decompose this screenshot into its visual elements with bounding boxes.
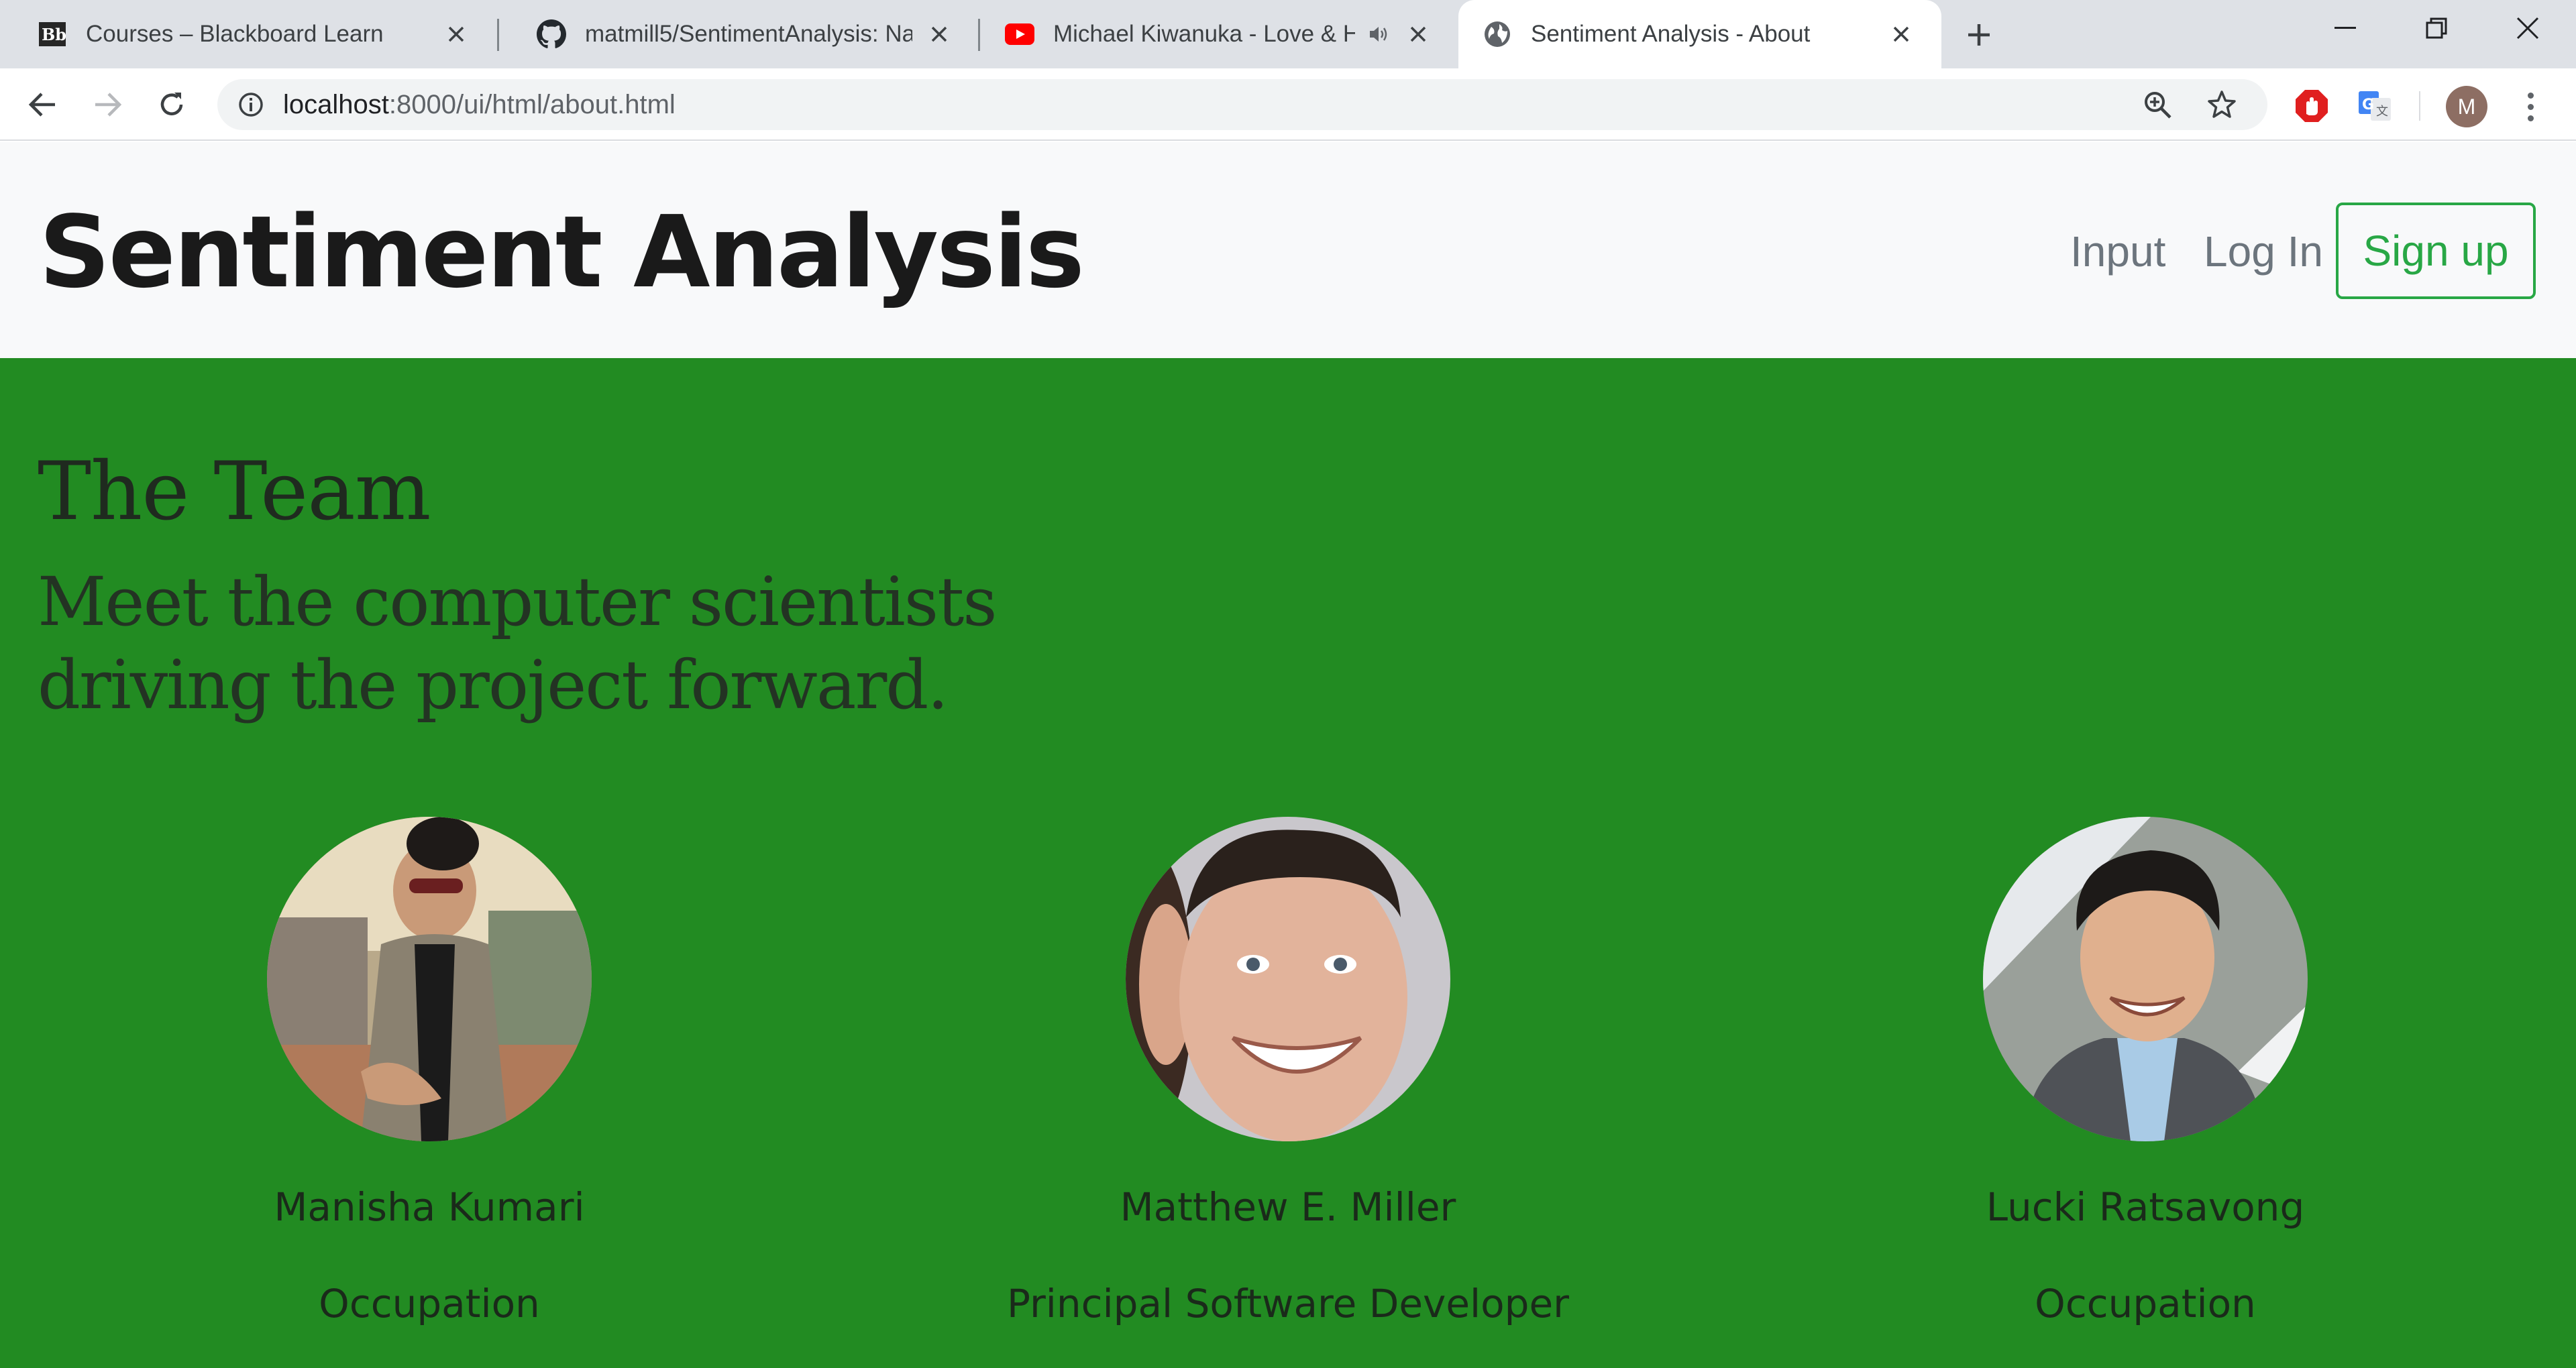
- team-member-card: Manisha Kumari Occupation: [94, 817, 765, 1326]
- speaker-icon[interactable]: [1366, 21, 1393, 48]
- member-name: Manisha Kumari: [274, 1184, 585, 1230]
- youtube-icon: [1005, 19, 1034, 49]
- info-icon[interactable]: [236, 90, 266, 119]
- close-tab-icon[interactable]: [926, 21, 953, 48]
- github-icon: [537, 19, 566, 49]
- reload-icon[interactable]: [150, 83, 193, 126]
- restore-icon[interactable]: [2391, 0, 2482, 56]
- tab-strip: Bb Courses – Blackboard Learn matmill5/S…: [0, 0, 2576, 68]
- tab-title: Sentiment Analysis - About: [1531, 21, 1811, 47]
- forward-icon[interactable]: [86, 83, 129, 126]
- browser-toolbar: localhost:8000/ui/html/about.html G文: [0, 68, 2576, 141]
- minimize-icon[interactable]: [2300, 0, 2391, 56]
- svg-text:文: 文: [2376, 105, 2388, 119]
- site-navbar: Sentiment Analysis Input Log In Sign up: [0, 142, 2576, 358]
- tab-title: Courses – Blackboard Learn: [86, 21, 384, 47]
- google-translate-icon[interactable]: G文: [2356, 87, 2394, 125]
- member-role: Occupation: [2035, 1281, 2256, 1326]
- address-bar[interactable]: localhost:8000/ui/html/about.html: [217, 79, 2267, 130]
- member-photo: [1126, 817, 1450, 1141]
- new-tab-icon[interactable]: [1959, 15, 1999, 55]
- profile-avatar[interactable]: M: [2446, 86, 2487, 127]
- close-tab-icon[interactable]: [1888, 21, 1915, 48]
- tab-title: Michael Kiwanuka - Love & H: [1053, 21, 1355, 47]
- nav-link-login[interactable]: Log In: [2204, 227, 2323, 276]
- member-role: Occupation: [319, 1281, 540, 1326]
- toolbar-divider: [2419, 91, 2420, 121]
- member-name: Lucki Ratsavong: [1986, 1184, 2305, 1230]
- back-icon[interactable]: [21, 83, 64, 126]
- globe-icon: [1483, 19, 1512, 49]
- close-window-icon[interactable]: [2482, 0, 2573, 56]
- close-tab-icon[interactable]: [1405, 21, 1432, 48]
- url-host: localhost: [283, 89, 389, 119]
- team-jumbotron: The Team Meet the computer scientists dr…: [0, 358, 2576, 1368]
- page-title: The Team: [38, 445, 431, 538]
- page-viewport: Sentiment Analysis Input Log In Sign up …: [0, 142, 2576, 1368]
- member-photo: [1983, 817, 2308, 1141]
- tab-youtube[interactable]: Michael Kiwanuka - Love & H: [981, 0, 1458, 68]
- tab-blackboard[interactable]: Bb Courses – Blackboard Learn: [0, 0, 496, 68]
- tab-title: matmill5/SentimentAnalysis: Nat: [585, 21, 912, 47]
- team-member-card: Lucki Ratsavong Occupation: [1810, 817, 2481, 1326]
- signup-button[interactable]: Sign up: [2336, 203, 2536, 299]
- nav-link-input[interactable]: Input: [2070, 227, 2165, 276]
- lead-text: Meet the computer scientists driving the…: [38, 563, 998, 724]
- tab-separator: [978, 19, 980, 51]
- bookmark-star-icon[interactable]: [2204, 87, 2239, 122]
- tab-github[interactable]: matmill5/SentimentAnalysis: Nat: [499, 0, 979, 68]
- member-role: Principal Software Developer: [1007, 1281, 1569, 1326]
- member-photo: [267, 817, 592, 1141]
- adblock-extension-icon[interactable]: [2293, 87, 2330, 125]
- member-name: Matthew E. Miller: [1120, 1184, 1456, 1230]
- tab-sentiment-about[interactable]: Sentiment Analysis - About: [1458, 0, 1941, 68]
- svg-text:Bb: Bb: [42, 25, 66, 44]
- zoom-icon[interactable]: [2140, 87, 2175, 122]
- svg-text:G: G: [2362, 97, 2374, 113]
- team-member-card: Matthew E. Miller Principal Software Dev…: [953, 817, 1623, 1326]
- url-text: localhost:8000/ui/html/about.html: [283, 90, 676, 120]
- browser-menu-icon[interactable]: [2514, 86, 2546, 127]
- blackboard-icon: Bb: [38, 19, 67, 49]
- close-tab-icon[interactable]: [443, 21, 470, 48]
- site-brand[interactable]: Sentiment Analysis: [39, 194, 1085, 310]
- url-path: :8000/ui/html/about.html: [388, 89, 676, 119]
